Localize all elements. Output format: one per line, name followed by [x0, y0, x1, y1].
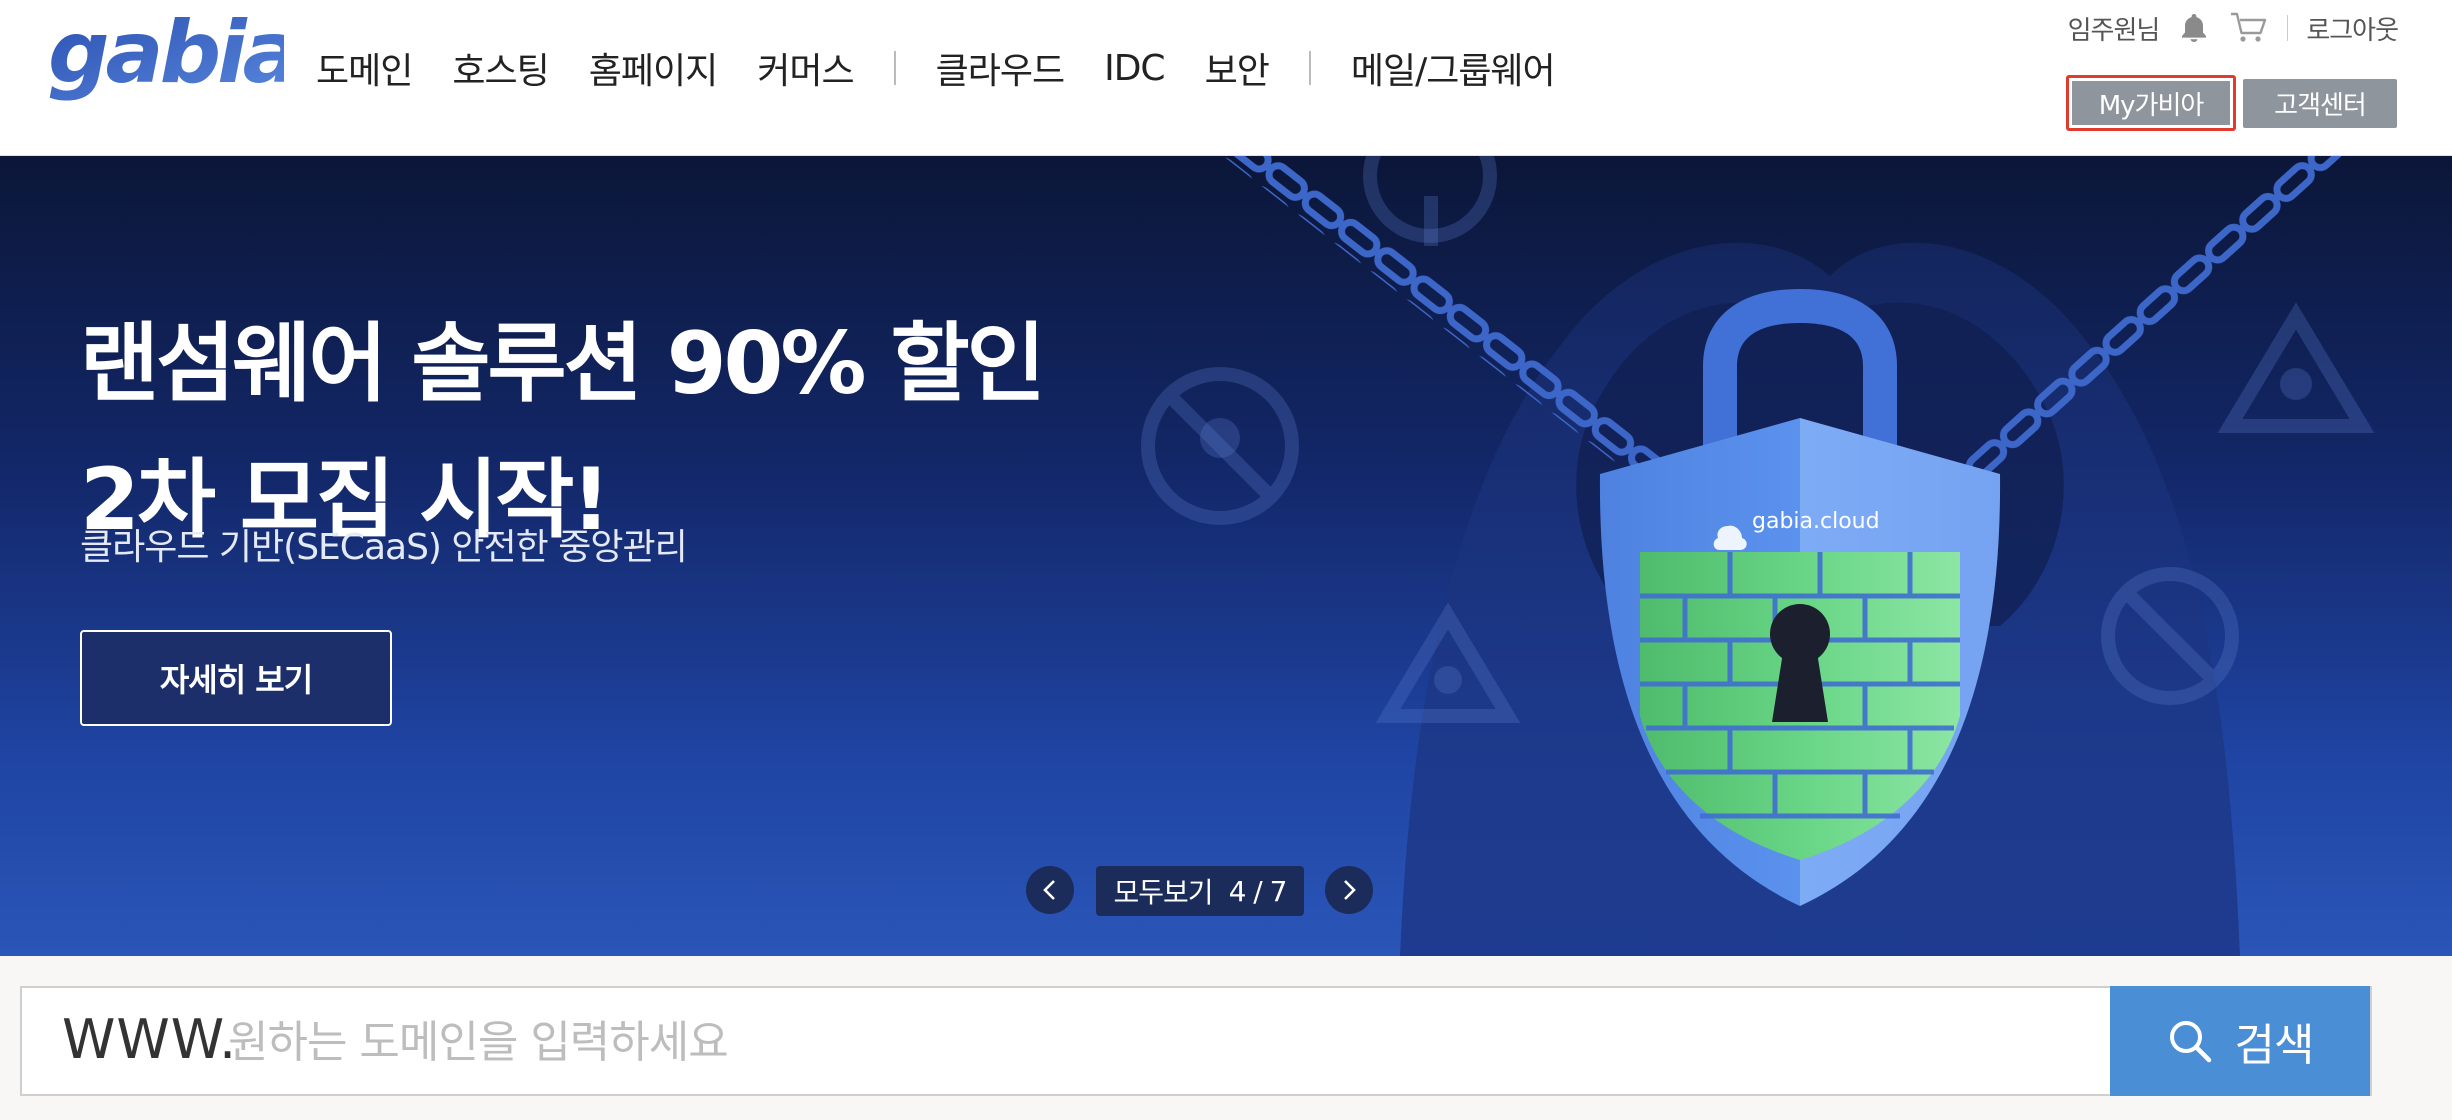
domain-search-input[interactable]: [228, 1002, 2088, 1082]
search-button-label: 검색: [2234, 1020, 2315, 1071]
nav-domain[interactable]: 도메인: [316, 42, 413, 94]
slide-total: 7: [1269, 874, 1288, 908]
util-menu: 임주원님 로그아웃: [2068, 8, 2399, 48]
domain-search-box: WWW.: [20, 986, 2372, 1096]
util-divider: [2287, 15, 2289, 41]
banner-pager: 모두보기 4 / 7: [0, 866, 2452, 916]
bell-icon[interactable]: [2179, 12, 2209, 44]
slide-counter: 4 / 7: [1228, 874, 1288, 908]
my-gabia-label: My가비아: [2072, 81, 2230, 125]
svg-text:gabia.: gabia.: [48, 14, 284, 103]
nav-security[interactable]: 보안: [1205, 42, 1270, 94]
main-nav: 도메인 호스팅 홈페이지 커머스 클라우드 IDC 보안 메일/그룹웨어: [316, 40, 1595, 96]
my-gabia-button[interactable]: My가비아: [2066, 75, 2236, 131]
detail-button[interactable]: 자세히 보기: [80, 630, 392, 726]
hero-subtitle: 클라우드 기반(SECaaS) 안전한 중앙관리: [80, 527, 688, 568]
view-all-button[interactable]: 모두보기 4 / 7: [1096, 866, 1304, 916]
gabia-logo[interactable]: gabia.: [44, 3, 329, 114]
nav-commerce[interactable]: 커머스: [757, 42, 854, 94]
nav-divider: [1308, 51, 1311, 85]
chevron-left-icon: [1043, 880, 1055, 900]
slide-separator: /: [1253, 874, 1262, 908]
site-header: gabia. 도메인 호스팅 홈페이지 커머스 클라우드 IDC 보안 메일/그…: [0, 0, 2452, 156]
user-name[interactable]: 임주원님: [2068, 10, 2161, 47]
customer-center-button[interactable]: 고객센터: [2243, 79, 2397, 128]
www-prefix: WWW.: [62, 1008, 238, 1071]
svg-text:gabia.cloud: gabia.cloud: [1752, 509, 1880, 534]
slide-current: 4: [1228, 874, 1247, 908]
next-slide-button[interactable]: [1325, 866, 1373, 914]
hero-title-line1: 랜섬웨어 솔루션 90% 할인: [80, 314, 1046, 414]
domain-search-section: WWW. 검색: [0, 956, 2452, 1120]
search-button[interactable]: 검색: [2110, 986, 2370, 1096]
nav-cloud[interactable]: 클라우드: [936, 42, 1065, 94]
hero-banner[interactable]: gabia.cloud 랜섬웨어 솔루션 90% 할인 2차 모집 시작! 클라…: [0, 156, 2452, 956]
search-icon: [2169, 1021, 2211, 1063]
nav-homepage[interactable]: 홈페이지: [589, 42, 718, 94]
chevron-right-icon: [1344, 880, 1356, 900]
prev-slide-button[interactable]: [1026, 866, 1074, 914]
gabia-logo-mark: gabia.: [48, 3, 329, 103]
nav-mail-groupware[interactable]: 메일/그룹웨어: [1351, 42, 1556, 94]
cart-icon[interactable]: [2229, 11, 2267, 45]
nav-divider: [893, 51, 896, 85]
logout-link[interactable]: 로그아웃: [2306, 10, 2399, 47]
nav-idc[interactable]: IDC: [1104, 48, 1165, 89]
view-all-label: 모두보기: [1113, 876, 1214, 909]
nav-hosting[interactable]: 호스팅: [452, 42, 549, 94]
